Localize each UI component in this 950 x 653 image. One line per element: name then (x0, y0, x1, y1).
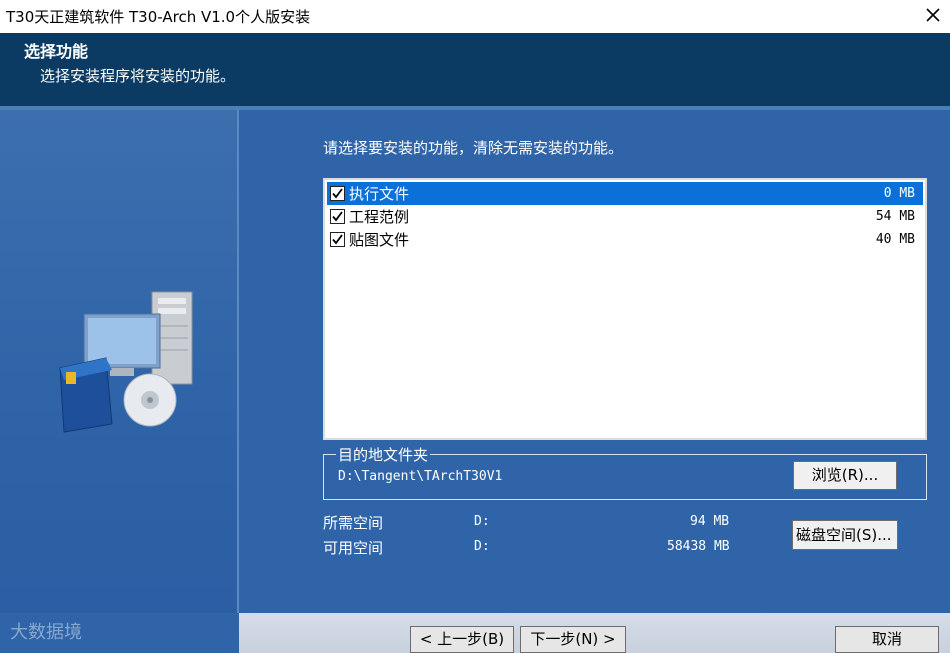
feature-item-executable[interactable]: 执行文件 0 MB (327, 182, 923, 205)
feature-name: 执行文件 (349, 185, 410, 203)
available-space-label: 可用空间 (323, 539, 384, 557)
page-title: 选择功能 (24, 42, 89, 61)
window-title: T30天正建筑软件 T30-Arch V1.0个人版安装 (6, 8, 311, 26)
required-space-label: 所需空间 (323, 514, 384, 532)
cancel-button[interactable]: 取消 (835, 626, 939, 653)
feature-item-samples[interactable]: 工程范例 54 MB (327, 205, 923, 228)
title-bar: T30天正建筑软件 T30-Arch V1.0个人版安装 (0, 0, 950, 33)
browse-button[interactable]: 浏览(R)... (793, 461, 897, 490)
destination-legend: 目的地文件夹 (336, 444, 431, 465)
watermark-text: 大数据境 (10, 622, 82, 643)
feature-size: 54 MB (875, 209, 915, 224)
feature-item-textures[interactable]: 贴图文件 40 MB (327, 228, 923, 251)
available-space-drive: D: (474, 539, 490, 554)
required-space-value: 94 MB (690, 514, 730, 529)
feature-name: 贴图文件 (349, 231, 410, 249)
left-illustration-panel (0, 110, 239, 613)
page-subtitle: 选择安装程序将安装的功能。 (40, 67, 236, 85)
feature-checkbox[interactable] (330, 209, 345, 224)
feature-name: 工程范例 (349, 208, 410, 226)
feature-size: 40 MB (875, 232, 915, 247)
instruction-text: 请选择要安装的功能，清除无需安装的功能。 (323, 139, 624, 157)
destination-path: D:\Tangent\TArchT30V1 (338, 469, 503, 484)
computer-install-icon (59, 291, 193, 433)
feature-list[interactable]: 执行文件 0 MB 工程范例 54 MB 贴图文件 40 MB (323, 178, 927, 440)
feature-size: 0 MB (883, 186, 915, 201)
feature-checkbox[interactable] (330, 232, 345, 247)
disk-space-button[interactable]: 磁盘空间(S)... (792, 520, 898, 550)
back-button[interactable]: < 上一步(B) (410, 626, 514, 653)
feature-checkbox[interactable] (330, 186, 345, 201)
available-space-value: 58438 MB (667, 539, 730, 554)
header-banner: 选择功能 选择安装程序将安装的功能。 (0, 33, 950, 106)
next-button[interactable]: 下一步(N) > (520, 626, 626, 653)
required-space-drive: D: (474, 514, 490, 529)
close-icon[interactable] (922, 4, 944, 26)
